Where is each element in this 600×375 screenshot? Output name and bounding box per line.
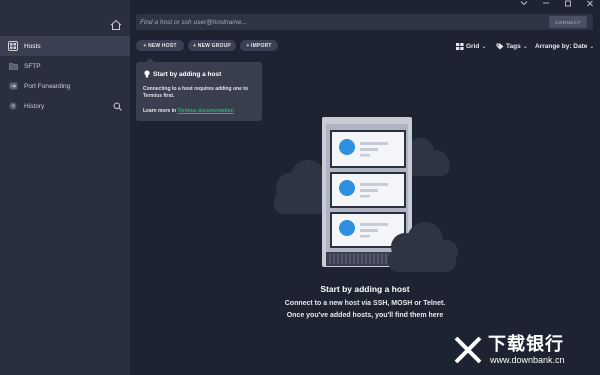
- tooltip-body: Connecting to a host requires adding one…: [143, 86, 249, 99]
- connect-button[interactable]: CONNECT: [549, 16, 587, 28]
- port-forwarding-icon: [8, 81, 18, 91]
- tooltip-title-text: Start by adding a host: [153, 70, 222, 78]
- empty-state-line-1: Connect to a new host via SSH, MOSH or T…: [284, 300, 446, 307]
- new-group-button[interactable]: + NEW GROUP: [188, 40, 236, 51]
- sidebar-header: [0, 0, 130, 36]
- watermark: 下载银行 www.downbank.cn: [450, 330, 600, 375]
- chevron-down-icon: ⌄: [481, 43, 487, 50]
- minimize-icon[interactable]: [538, 0, 554, 10]
- onboarding-tooltip: Start by adding a host Connecting to a h…: [136, 58, 262, 121]
- close-icon[interactable]: [582, 0, 598, 10]
- sidebar-item-label: Hosts: [24, 42, 41, 50]
- server-rack-illustration: [274, 117, 458, 272]
- host-search-input[interactable]: [136, 14, 546, 30]
- new-host-button[interactable]: + NEW HOST: [136, 40, 184, 51]
- chevron-down-icon: ⌄: [589, 43, 595, 50]
- termius-docs-link[interactable]: Termius documentation: [177, 108, 233, 114]
- chevron-down-icon: ⌄: [522, 43, 528, 50]
- sidebar-item-label: Port Forwarding: [24, 82, 71, 90]
- folder-icon: [8, 61, 18, 71]
- home-icon[interactable]: [110, 19, 122, 31]
- termius-app-window: Hosts SFTP Port Forwarding History Find …: [0, 0, 600, 375]
- lightbulb-icon: [144, 70, 150, 78]
- maximize-icon[interactable]: [560, 0, 576, 10]
- empty-state-title: Start by adding a host: [320, 284, 410, 294]
- sidebar-item-history[interactable]: History: [0, 96, 130, 116]
- watermark-logo-icon: [454, 336, 482, 364]
- sidebar-item-sftp[interactable]: SFTP: [0, 56, 130, 76]
- grid-view-dropdown[interactable]: Grid ⌄: [456, 41, 486, 51]
- tags-dropdown[interactable]: Tags ⌄: [496, 41, 528, 51]
- search-icon[interactable]: [113, 102, 122, 111]
- tag-icon: [496, 43, 504, 49]
- import-button[interactable]: + IMPORT: [240, 40, 278, 51]
- empty-state-line-2: Once you've added hosts, you'll find the…: [286, 312, 444, 319]
- sidebar-item-port-forwarding[interactable]: Port Forwarding: [0, 76, 130, 96]
- tooltip-learn-more: Learn more in Termius documentation: [143, 108, 234, 114]
- arrange-label: Arrange by: Date: [535, 42, 588, 50]
- arrange-by-dropdown[interactable]: Arrange by: Date ⌄: [535, 41, 594, 51]
- grid-label: Grid: [466, 42, 480, 50]
- tags-label: Tags: [506, 42, 521, 50]
- server-card-2: [330, 172, 406, 208]
- grid-icon: [456, 42, 464, 50]
- sidebar-item-label: SFTP: [24, 62, 41, 70]
- sidebar-item-hosts[interactable]: Hosts: [0, 36, 130, 56]
- watermark-cn: 下载银行: [488, 334, 564, 354]
- host-search-bar: CONNECT: [136, 14, 593, 30]
- learn-more-prefix: Learn more in: [143, 108, 178, 114]
- watermark-en: www.downbank.cn: [490, 355, 565, 365]
- sidebar: Hosts SFTP Port Forwarding History: [0, 0, 130, 375]
- sidebar-item-label: History: [24, 102, 45, 110]
- top-bar: CONNECT: [130, 0, 600, 36]
- chevron-down-icon[interactable]: [516, 0, 532, 10]
- hosts-toolbar: + NEW HOST + NEW GROUP + IMPORT Grid ⌄ T…: [130, 36, 600, 56]
- hosts-icon: [8, 41, 18, 51]
- history-icon: [8, 101, 18, 111]
- server-card-1: [330, 130, 406, 168]
- tooltip-title: Start by adding a host: [144, 70, 221, 78]
